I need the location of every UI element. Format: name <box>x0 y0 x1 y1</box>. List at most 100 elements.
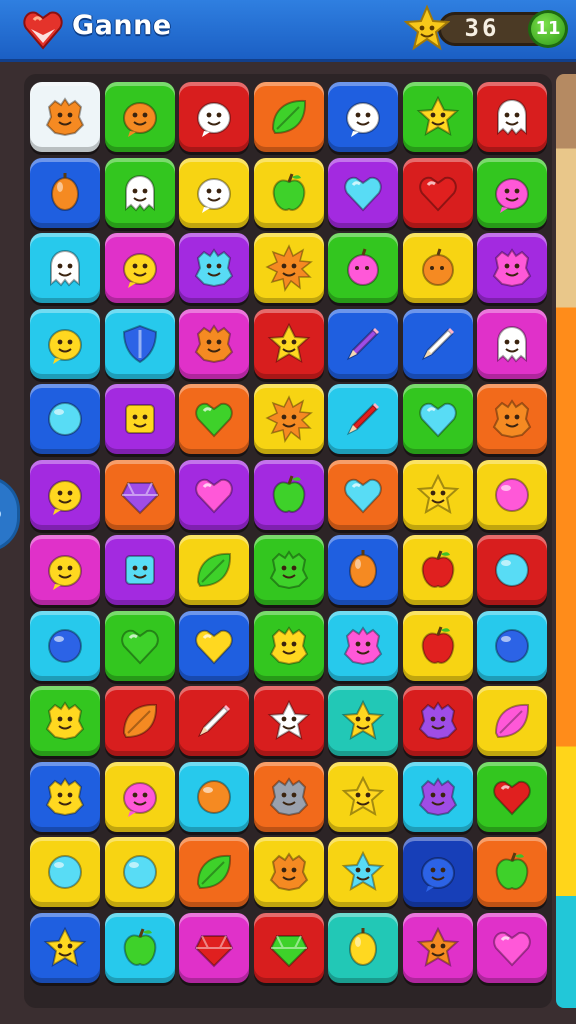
board-tile[interactable] <box>402 686 473 756</box>
board-tile[interactable] <box>179 384 249 454</box>
board-tile[interactable] <box>104 157 175 228</box>
board-tile[interactable] <box>253 686 324 756</box>
star-icon <box>416 95 459 137</box>
board-tile[interactable] <box>253 535 324 605</box>
leaf-icon <box>196 552 232 588</box>
board-tile[interactable] <box>328 686 398 756</box>
ghost-icon <box>497 325 527 362</box>
board-tile[interactable] <box>30 610 100 681</box>
board-tile[interactable] <box>253 610 324 681</box>
board-tile[interactable] <box>477 82 547 152</box>
board-tile[interactable] <box>253 459 324 530</box>
heart-gem-icon[interactable] <box>22 8 64 52</box>
board-tile[interactable] <box>328 82 398 152</box>
side-panel-tab[interactable] <box>0 476 20 552</box>
board-tile[interactable] <box>253 837 324 907</box>
board-tile[interactable] <box>402 82 473 152</box>
board-tile[interactable] <box>328 912 398 983</box>
board-tile[interactable] <box>179 308 249 379</box>
board-tile[interactable] <box>402 535 473 605</box>
board-tile[interactable] <box>179 535 249 605</box>
board-tile[interactable] <box>402 459 473 530</box>
board-tile[interactable] <box>402 157 473 228</box>
board-tile[interactable] <box>104 308 175 379</box>
board-tile[interactable] <box>30 459 100 530</box>
board-tile[interactable] <box>477 610 547 681</box>
board-tile[interactable] <box>179 459 249 530</box>
board-tile[interactable] <box>30 686 100 756</box>
board-tile[interactable] <box>477 308 547 379</box>
board-tile[interactable] <box>104 610 175 681</box>
board-tile[interactable] <box>328 535 398 605</box>
board-tile[interactable] <box>253 912 324 983</box>
board-tile[interactable] <box>477 459 547 530</box>
blob-icon <box>122 781 157 817</box>
board-tile[interactable] <box>328 761 398 832</box>
board-tile[interactable] <box>104 686 175 756</box>
board-tile[interactable] <box>253 761 324 832</box>
board-tile[interactable] <box>253 308 324 379</box>
orb-icon <box>197 779 231 814</box>
board-tile[interactable] <box>253 82 324 152</box>
board-tile[interactable] <box>402 233 473 303</box>
board-tile[interactable] <box>477 384 547 454</box>
monster-icon <box>194 248 234 288</box>
board-tile[interactable] <box>253 157 324 228</box>
board-tile[interactable] <box>30 308 100 379</box>
board-tile[interactable] <box>30 912 100 983</box>
blob-icon <box>495 177 529 213</box>
monster-icon <box>343 625 383 665</box>
board-tile[interactable] <box>104 837 175 907</box>
board-tile[interactable] <box>328 459 398 530</box>
board-tile[interactable] <box>477 233 547 303</box>
board-tile[interactable] <box>104 82 175 152</box>
board-tile[interactable] <box>477 686 547 756</box>
board-tile[interactable] <box>104 233 175 303</box>
board-tile[interactable] <box>30 384 100 454</box>
board-tile[interactable] <box>477 535 547 605</box>
board-tile[interactable] <box>402 761 473 832</box>
board-tile[interactable] <box>30 761 100 832</box>
board-tile[interactable] <box>328 610 398 681</box>
board-tile[interactable] <box>328 308 398 379</box>
board-tile[interactable] <box>179 157 249 228</box>
board-tile[interactable] <box>179 912 249 983</box>
gem-icon <box>120 481 159 514</box>
board-tile[interactable] <box>179 761 249 832</box>
board-tile[interactable] <box>30 82 100 152</box>
board-tile[interactable] <box>179 837 249 907</box>
board-tile[interactable] <box>402 384 473 454</box>
board-tile[interactable] <box>402 308 473 379</box>
board-tile[interactable] <box>328 837 398 907</box>
board-tile[interactable] <box>477 157 547 228</box>
board-tile[interactable] <box>30 837 100 907</box>
board-tile[interactable] <box>104 761 175 832</box>
board-tile[interactable] <box>477 912 547 983</box>
board-tile[interactable] <box>104 912 175 983</box>
board-tile[interactable] <box>402 610 473 681</box>
board-tile[interactable] <box>30 233 100 303</box>
board-tile[interactable] <box>402 837 473 907</box>
board-tile[interactable] <box>30 157 100 228</box>
board-tile[interactable] <box>402 912 473 983</box>
level-badge[interactable]: 11 <box>528 10 568 48</box>
board-tile[interactable] <box>477 761 547 832</box>
board-tile[interactable] <box>179 686 249 756</box>
board-tile[interactable] <box>179 610 249 681</box>
board-tile[interactable] <box>253 233 324 303</box>
side-panel-tab-icon <box>0 509 1 519</box>
board-tile[interactable] <box>179 82 249 152</box>
board-tile[interactable] <box>104 535 175 605</box>
board-tile[interactable] <box>179 233 249 303</box>
board-tile[interactable] <box>328 157 398 228</box>
board-tile[interactable] <box>328 384 398 454</box>
board-tile[interactable] <box>104 384 175 454</box>
leaf-icon <box>122 703 157 739</box>
board-tile[interactable] <box>253 384 324 454</box>
board-tile[interactable] <box>30 535 100 605</box>
board-tile[interactable] <box>104 459 175 530</box>
heart-icon <box>195 629 233 664</box>
board-tile[interactable] <box>477 837 547 907</box>
board-tile[interactable] <box>328 233 398 303</box>
monster-icon <box>269 776 308 816</box>
